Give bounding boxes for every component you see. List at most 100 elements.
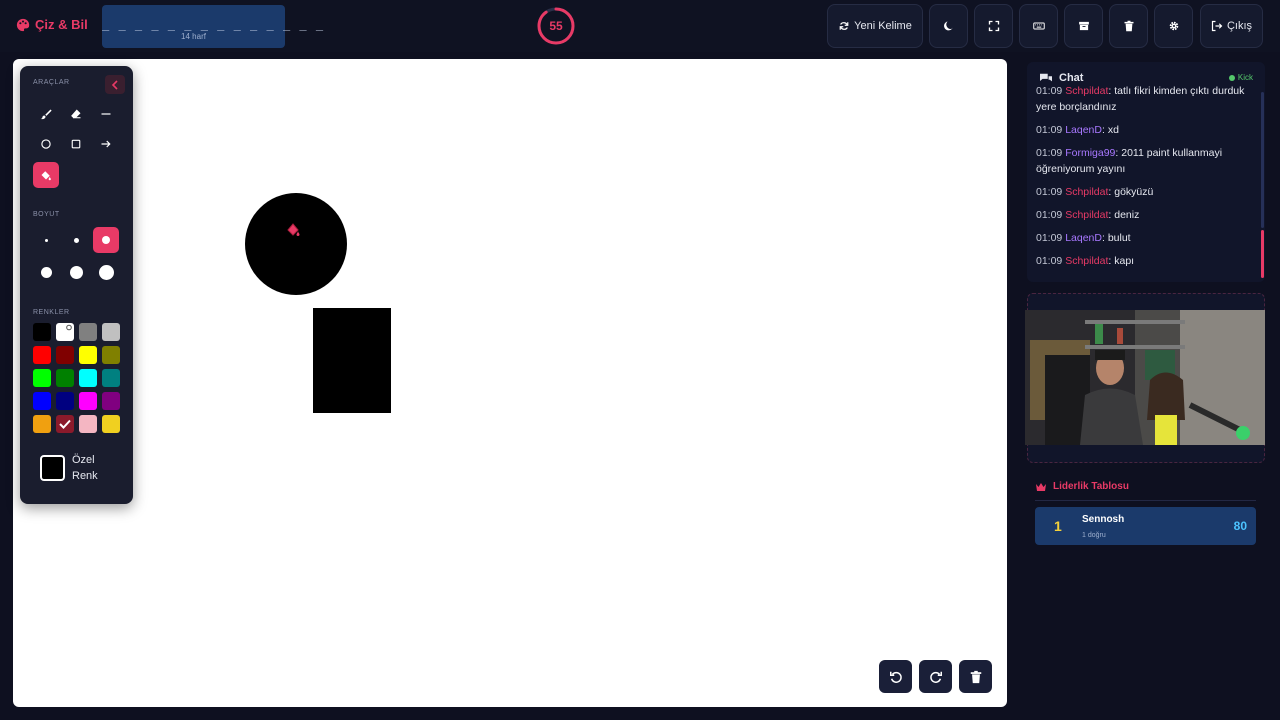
collapse-panel-button[interactable] bbox=[105, 75, 125, 94]
size-option-2[interactable] bbox=[63, 227, 89, 253]
message-user[interactable]: Schpildat bbox=[1065, 186, 1108, 198]
message-text: : gökyüzü bbox=[1108, 186, 1154, 198]
color-swatch[interactable] bbox=[33, 369, 51, 387]
redo-button[interactable] bbox=[919, 660, 952, 693]
theme-toggle-button[interactable] bbox=[929, 4, 968, 48]
message-user[interactable]: LaqenD bbox=[1065, 232, 1102, 244]
size-option-5[interactable] bbox=[63, 259, 89, 285]
brush-tool[interactable] bbox=[33, 101, 59, 127]
message-text: : deniz bbox=[1108, 209, 1140, 221]
color-swatch[interactable] bbox=[102, 323, 120, 341]
message-user[interactable]: Schpildat bbox=[1065, 85, 1108, 97]
trash-icon bbox=[1124, 20, 1133, 32]
trash-icon bbox=[970, 670, 981, 683]
chat-scrollbar-track[interactable] bbox=[1261, 92, 1264, 228]
drawn-rectangle bbox=[313, 308, 391, 413]
rectangle-tool[interactable] bbox=[63, 131, 89, 157]
color-swatch[interactable] bbox=[102, 415, 120, 433]
selected-marker-icon bbox=[66, 324, 72, 331]
leader-rank: 1 bbox=[1054, 518, 1062, 534]
fullscreen-button[interactable] bbox=[974, 4, 1013, 48]
colors-title: RENKLER bbox=[33, 309, 70, 316]
message-time: 01:09 bbox=[1036, 147, 1063, 159]
color-swatch[interactable] bbox=[79, 392, 97, 410]
arrow-tool[interactable] bbox=[93, 131, 119, 157]
new-word-label: Yeni Kelime bbox=[854, 20, 912, 32]
color-swatch[interactable] bbox=[33, 415, 51, 433]
moon-icon bbox=[943, 21, 953, 31]
archive-icon bbox=[1078, 21, 1089, 31]
color-swatch[interactable] bbox=[79, 323, 97, 341]
exit-button[interactable]: Çıkış bbox=[1200, 4, 1263, 48]
undo-button[interactable] bbox=[879, 660, 912, 693]
redo-icon bbox=[929, 671, 942, 683]
gear-icon bbox=[1169, 21, 1178, 31]
circle-tool[interactable] bbox=[33, 131, 59, 157]
clear-canvas-button[interactable] bbox=[959, 660, 992, 693]
color-swatch[interactable] bbox=[56, 392, 74, 410]
top-bar: Çiz & Bil _ _ _ _ _ _ _ _ _ _ _ _ _ _ 14… bbox=[0, 0, 1280, 52]
size-option-6[interactable] bbox=[93, 259, 119, 285]
line-icon bbox=[101, 113, 111, 115]
fill-cursor-icon bbox=[287, 223, 300, 236]
color-swatch[interactable] bbox=[56, 323, 74, 341]
leaderboard-divider bbox=[1035, 500, 1256, 501]
color-swatch[interactable] bbox=[33, 346, 51, 364]
word-letter-count: 14 harf bbox=[181, 32, 206, 41]
fill-tool[interactable] bbox=[33, 162, 59, 188]
size-option-1[interactable] bbox=[33, 227, 59, 253]
chat-panel: Chat Kick 01:09 Schpildat: tatlı fikri k… bbox=[1027, 62, 1265, 282]
timer-value: 55 bbox=[549, 19, 563, 33]
eraser-tool[interactable] bbox=[63, 101, 89, 127]
color-swatch[interactable] bbox=[56, 415, 74, 433]
color-swatch[interactable] bbox=[79, 415, 97, 433]
color-swatch[interactable] bbox=[102, 346, 120, 364]
message-user[interactable]: LaqenD bbox=[1065, 124, 1102, 136]
message-user[interactable]: Schpildat bbox=[1065, 255, 1108, 267]
settings-button[interactable] bbox=[1154, 4, 1193, 48]
brush-icon bbox=[40, 109, 52, 120]
webcam-feed bbox=[1025, 310, 1265, 445]
message-user[interactable]: Formiga99 bbox=[1065, 147, 1115, 159]
message-time: 01:09 bbox=[1036, 124, 1063, 136]
fill-bucket-icon bbox=[41, 171, 51, 181]
size-option-4[interactable] bbox=[33, 259, 59, 285]
app-name: Çiz & Bil bbox=[35, 17, 88, 32]
online-dot-icon bbox=[1228, 74, 1235, 81]
color-swatch[interactable] bbox=[102, 369, 120, 387]
chevron-left-icon bbox=[111, 79, 118, 90]
app-logo[interactable]: Çiz & Bil bbox=[16, 17, 88, 32]
drawn-circle bbox=[245, 193, 347, 295]
kick-status: Kick bbox=[1228, 73, 1253, 82]
word-hint: _ _ _ _ _ _ _ _ _ _ _ _ _ _ 14 harf bbox=[102, 5, 325, 48]
clear-button[interactable] bbox=[1109, 4, 1148, 48]
message-user[interactable]: Schpildat bbox=[1065, 209, 1108, 221]
color-swatch[interactable] bbox=[56, 369, 74, 387]
chat-message: 01:09 Schpildat: kapı bbox=[1036, 253, 1258, 269]
color-swatch[interactable] bbox=[33, 392, 51, 410]
drawing-canvas[interactable] bbox=[13, 59, 1007, 707]
color-swatch[interactable] bbox=[56, 346, 74, 364]
keyboard-button[interactable] bbox=[1019, 4, 1058, 48]
chat-message: 01:09 Schpildat: tatlı fikri kimden çıkt… bbox=[1036, 83, 1258, 115]
line-tool[interactable] bbox=[93, 101, 119, 127]
leader-correct-count: 1 doğru bbox=[1082, 532, 1106, 539]
chat-message: 01:09 Formiga99: 2011 paint kullanmayi ö… bbox=[1036, 145, 1258, 177]
refresh-icon bbox=[839, 22, 849, 30]
word-dashes: _ _ _ _ _ _ _ _ _ _ _ _ _ _ bbox=[102, 17, 325, 31]
eraser-icon bbox=[71, 109, 81, 119]
size-option-3[interactable] bbox=[93, 227, 119, 253]
custom-color-swatch[interactable] bbox=[40, 455, 65, 481]
color-swatch[interactable] bbox=[79, 346, 97, 364]
leaderboard-row: 1 Sennosh 1 doğru 80 bbox=[1035, 507, 1256, 545]
chat-messages[interactable]: 01:09 Schpildat: tatlı fikri kimden çıkt… bbox=[1036, 83, 1258, 276]
message-text: : bulut bbox=[1101, 232, 1131, 244]
color-swatch[interactable] bbox=[79, 369, 97, 387]
archive-button[interactable] bbox=[1064, 4, 1103, 48]
chat-scrollbar-thumb[interactable] bbox=[1261, 230, 1264, 278]
color-swatch[interactable] bbox=[33, 323, 51, 341]
new-word-button[interactable]: Yeni Kelime bbox=[827, 4, 923, 48]
fullscreen-icon bbox=[988, 20, 999, 32]
color-swatch[interactable] bbox=[102, 392, 120, 410]
chat-message: 01:09 LaqenD: xd bbox=[1036, 122, 1258, 138]
